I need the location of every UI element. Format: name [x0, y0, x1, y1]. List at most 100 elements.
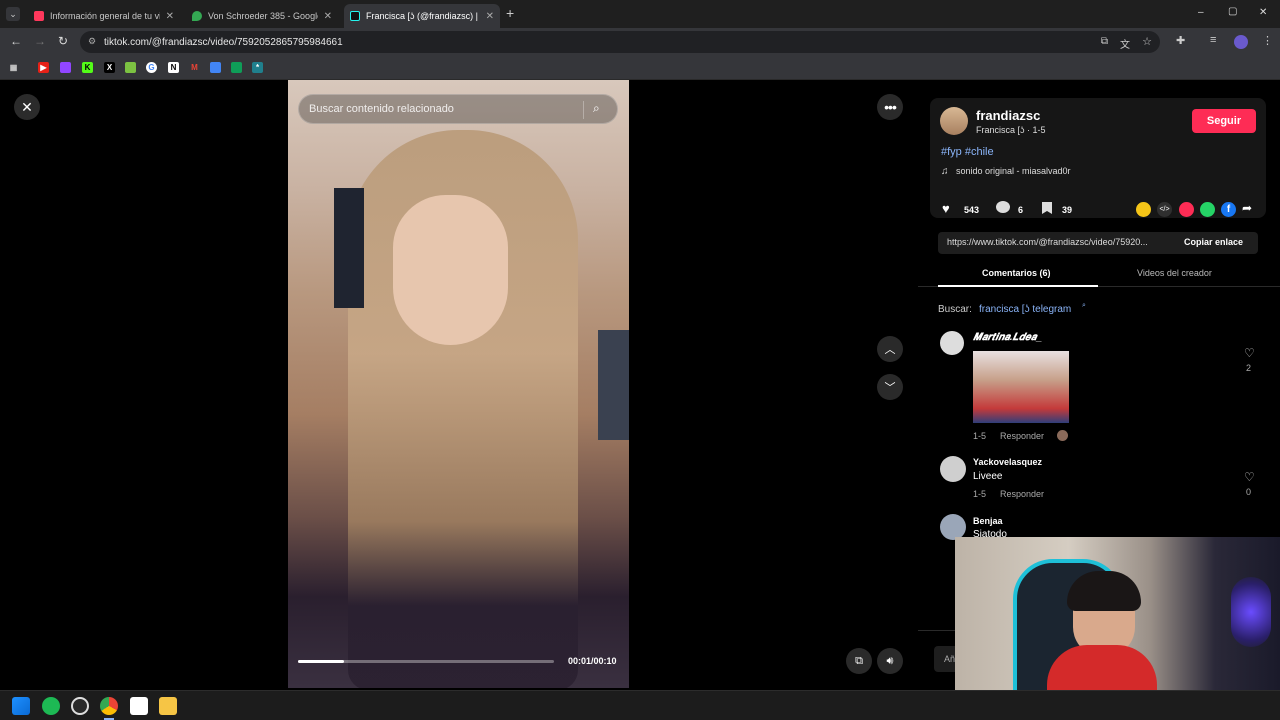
share-arrow-icon[interactable]: ➦ [1242, 201, 1252, 215]
search-suggest-query[interactable]: francisca [ʖ telegram [979, 304, 1071, 315]
tab-label: Von Schroeder 385 - Google Maps [208, 11, 318, 21]
close-tab-icon[interactable]: ✕ [324, 11, 332, 22]
comment-like-icon[interactable]: ♡ [1244, 470, 1255, 484]
tab-tiktok[interactable]: Francisca [ʖ (@frandiazsc) | TikTok ✕ [344, 4, 500, 28]
previous-video-button[interactable]: ︿ [877, 336, 903, 362]
menu-kebab-icon[interactable]: ⋮ [1262, 34, 1273, 47]
maximize-button[interactable]: ▢ [1228, 6, 1237, 17]
active-tab-underline [938, 285, 1098, 287]
chrome-icon[interactable] [100, 697, 118, 715]
comment-like-icon[interactable]: ♡ [1244, 346, 1255, 360]
share-link-text: https://www.tiktok.com/@frandiazsc/video… [947, 237, 1148, 247]
repost-icon[interactable] [1136, 202, 1151, 217]
follow-button[interactable]: Seguir [1192, 109, 1256, 133]
comment-button[interactable] [996, 201, 1010, 213]
comment-count: 6 [1018, 205, 1024, 215]
tab-label: Información general de tu viaje [50, 11, 160, 21]
like-count: 543 [964, 205, 980, 215]
video-progress-track[interactable] [298, 660, 554, 663]
apps-grid-icon[interactable]: ▦ [8, 62, 19, 73]
music-note-icon: ♫ [941, 166, 949, 177]
windows-start-icon[interactable] [12, 697, 30, 715]
x-bookmark-icon[interactable]: X [104, 62, 115, 73]
obs-icon[interactable] [71, 697, 89, 715]
sheets-bookmark-icon[interactable] [231, 62, 242, 73]
comment-avatar[interactable] [940, 456, 966, 482]
profile-avatar[interactable] [1234, 35, 1248, 49]
tab-label: Francisca [ʖ (@frandiazsc) | TikTok [366, 11, 480, 21]
url-text: tiktok.com/@frandiazsc/video/75920528657… [104, 36, 343, 48]
floating-player-button[interactable]: ⧉ [846, 648, 872, 674]
forward-icon[interactable]: → [34, 34, 46, 48]
sound-name[interactable]: sonido original - miasalvad0r [956, 166, 1071, 176]
comment-date: 1-5 [973, 431, 987, 441]
capcut-icon[interactable] [130, 697, 148, 715]
comment-author[interactable]: Yackovelasquez [973, 457, 1042, 467]
tab-creator-videos[interactable]: Videos del creador [1137, 268, 1212, 278]
search-icon[interactable]: ⌕ [593, 101, 600, 116]
comment-avatar[interactable] [940, 331, 964, 355]
comment-author[interactable]: 𝑴𝒂𝒓𝒕𝒊𝒏𝒂.𝑳𝒅𝒆𝒂_ [973, 332, 1042, 343]
video-player[interactable]: 00:01/00:10 [288, 80, 629, 688]
related-search-input[interactable]: Buscar contenido relacionado ⌕ [298, 94, 618, 124]
puzzle-bookmark-icon[interactable] [125, 62, 136, 73]
close-video-button[interactable]: ✕ [14, 94, 40, 120]
windows-taskbar [0, 690, 1280, 720]
next-video-button[interactable]: ﹀ [877, 374, 903, 400]
media-control-icon[interactable]: ≡ [1210, 34, 1216, 46]
tab-google-maps[interactable]: Von Schroeder 385 - Google Maps ✕ [186, 4, 338, 28]
reply-button[interactable]: Responder [1000, 431, 1044, 441]
back-icon[interactable]: ← [10, 34, 22, 48]
comment-like-count: 0 [1246, 487, 1252, 497]
hashtags[interactable]: #fyp #chile [941, 146, 994, 158]
more-options-button[interactable]: ••• [877, 94, 903, 120]
translate-icon[interactable]: 文 [1120, 36, 1130, 51]
perplexity-bookmark-icon[interactable]: * [252, 62, 263, 73]
suggest-search-icon: ⌕ [1082, 302, 1086, 309]
close-tab-icon[interactable]: ✕ [166, 11, 174, 22]
youtube-bookmark-icon[interactable]: ▶ [38, 62, 49, 73]
gmail-bookmark-icon[interactable]: M [189, 62, 200, 73]
comment-input-placeholder: Añ [944, 654, 956, 664]
tab-trip-info[interactable]: Información general de tu viaje ✕ [28, 4, 180, 28]
comment-author[interactable]: Benjaa [973, 516, 1003, 526]
close-window-button[interactable]: ✕ [1259, 7, 1267, 18]
site-info-icon[interactable]: ⚙ [88, 36, 96, 47]
facebook-icon[interactable]: f [1221, 202, 1236, 217]
notion-bookmark-icon[interactable]: N [168, 62, 179, 73]
new-tab-button[interactable]: + [506, 5, 514, 21]
extensions-icon[interactable]: ✚ [1176, 34, 1185, 47]
more-dots-icon: ••• [884, 99, 897, 115]
reload-icon[interactable]: ↻ [58, 34, 68, 48]
video-frame-door [598, 330, 629, 440]
tab-search-icon[interactable]: ⌄ [6, 7, 20, 21]
copy-link-button[interactable]: Copiar enlace [1184, 237, 1243, 247]
install-icon[interactable]: ⧉ [1101, 36, 1108, 47]
close-tab-icon[interactable]: ✕ [486, 11, 494, 22]
file-explorer-icon[interactable] [159, 697, 177, 715]
kick-bookmark-icon[interactable]: K [82, 62, 93, 73]
google-bookmark-icon[interactable]: G [146, 62, 157, 73]
whatsapp-icon[interactable] [1200, 202, 1215, 217]
video-frame-face [393, 195, 508, 345]
streamer-hair [1067, 571, 1141, 611]
reply-button[interactable]: Responder [1000, 489, 1044, 499]
comment-image[interactable] [973, 351, 1069, 423]
minimize-button[interactable]: – [1198, 7, 1204, 18]
tab-comments[interactable]: Comentarios (6) [982, 268, 1051, 278]
author-display: Francisca [ʖ · 1-5 [976, 125, 1046, 135]
bookmark-star-icon[interactable]: ☆ [1142, 35, 1152, 48]
maps-pin-icon [192, 11, 202, 21]
like-button[interactable]: ♥ [942, 201, 950, 216]
send-to-friends-icon[interactable] [1179, 202, 1194, 217]
author-username[interactable]: frandiazsc [976, 108, 1040, 123]
docs-bookmark-icon[interactable] [210, 62, 221, 73]
address-bar[interactable]: ⚙ tiktok.com/@frandiazsc/video/759205286… [80, 31, 1160, 53]
save-count: 39 [1062, 205, 1073, 215]
author-avatar[interactable] [940, 107, 968, 135]
embed-icon[interactable]: </> [1157, 202, 1172, 217]
spotify-icon[interactable] [42, 697, 60, 715]
volume-button[interactable]: 🔊︎ [877, 648, 903, 674]
twitch-bookmark-icon[interactable] [60, 62, 71, 73]
tiktok-icon [350, 11, 360, 21]
